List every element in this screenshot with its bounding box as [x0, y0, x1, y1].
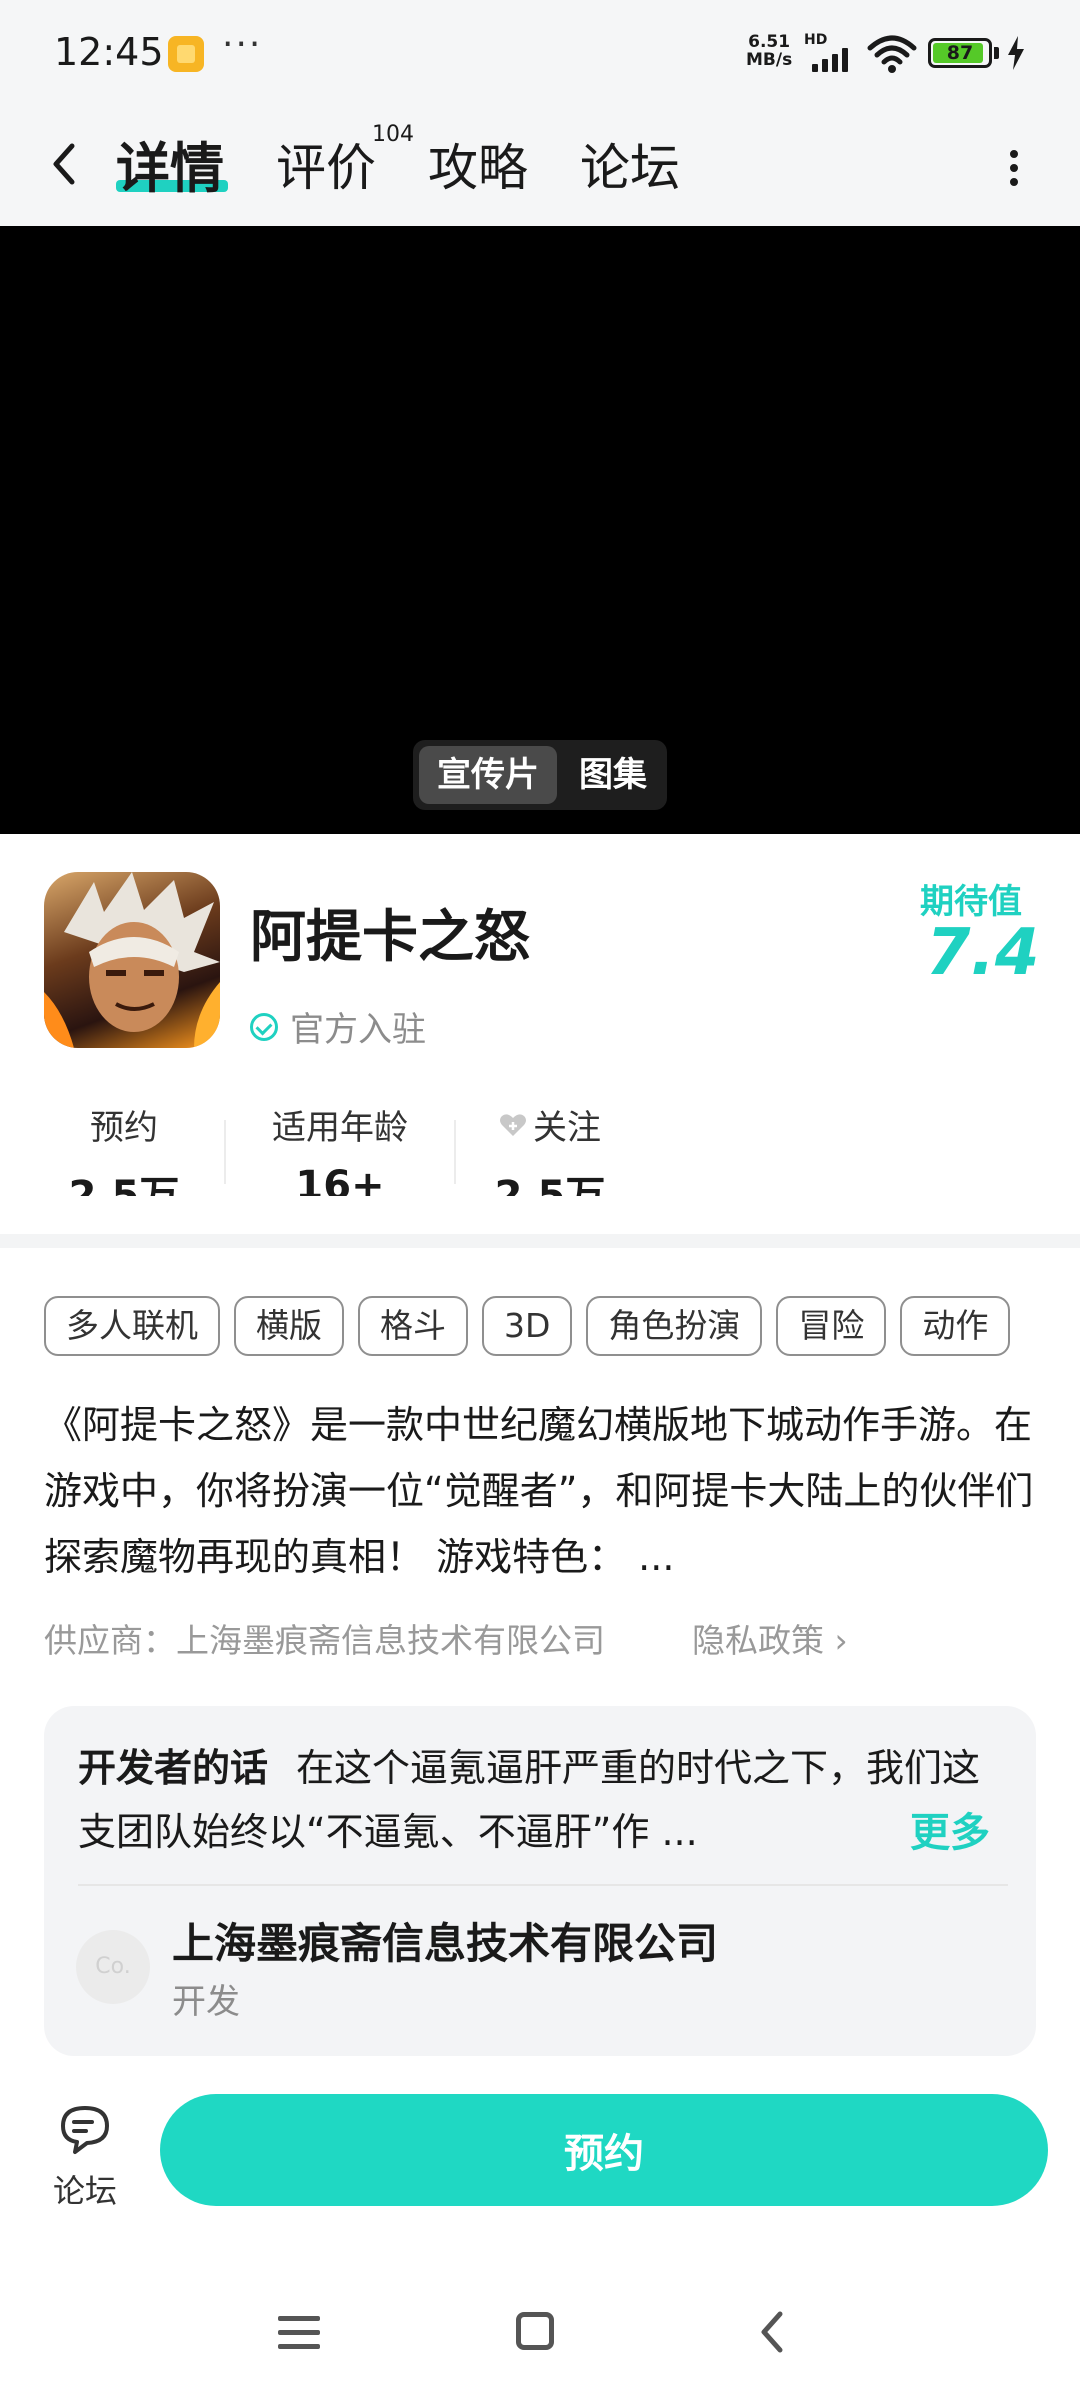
stat-value: 16+ [295, 1163, 385, 1196]
reserve-button[interactable]: 预约 [160, 2094, 1048, 2206]
supplier-info: 供应商：上海墨痕斋信息技术有限公司 [44, 1621, 605, 1660]
tag-chip[interactable]: 格斗 [358, 1296, 468, 1356]
battery-level: 87 [946, 42, 974, 64]
video-player[interactable]: 宣传片 图集 [0, 226, 1080, 834]
developer-divider [78, 1884, 1008, 1886]
stat-label: 预约 [90, 1108, 158, 1148]
forum-button[interactable]: 论坛 [40, 2100, 130, 2210]
developer-message[interactable]: 开发者的话 在这个逼氪逼肝严重的时代之下，我们这支团队始终以“不逼氪、不逼肝”作 … [78, 1736, 1008, 1864]
game-description[interactable]: 《阿提卡之怒》是一款中世纪魔幻横版地下城动作手游。在游戏中，你将扮演一位“觉醒者… [44, 1392, 1040, 1590]
tag-chip[interactable]: 角色扮演 [586, 1296, 763, 1356]
stat-divider [454, 1120, 456, 1184]
developer-company[interactable]: 上海墨痕斋信息技术有限公司 [172, 1910, 718, 1971]
tag-chip[interactable]: 多人联机 [44, 1296, 220, 1356]
forum-label: 论坛 [52, 2172, 117, 2210]
reviews-count-badge: 104 [372, 122, 414, 147]
more-notifications-icon: ··· [222, 24, 263, 65]
battery-icon: 87 [928, 38, 992, 68]
tag-chip[interactable]: 横版 [234, 1296, 344, 1356]
developer-role: 开发 [172, 1982, 240, 2022]
notification-app-icon [168, 36, 204, 72]
home-button[interactable] [516, 2312, 554, 2350]
developer-more-link[interactable]: 更多 [910, 1800, 990, 1858]
stat-value: 2.5万 [68, 1173, 180, 1196]
wifi-icon [867, 35, 917, 73]
tab-guides[interactable]: 攻略 [428, 128, 528, 200]
stat-label-row: 关注 [470, 1100, 630, 1149]
game-title: 阿提卡之怒 [250, 905, 530, 970]
tag-chip[interactable]: 3D [482, 1296, 573, 1356]
back-button[interactable] [40, 132, 92, 196]
recent-apps-button[interactable] [278, 2312, 320, 2352]
heart-icon [500, 1113, 526, 1136]
stat-label: 关注 [533, 1108, 601, 1148]
stat-value: 2.5万 [494, 1173, 606, 1196]
battery-tip [994, 47, 999, 59]
verified-icon [250, 1012, 278, 1041]
network-speed: 6.51 MB/s [746, 33, 792, 69]
developer-message-label: 开发者的话 [78, 1746, 269, 1790]
stat-reservations: 预约 2.5万 [44, 1100, 204, 1196]
developer-avatar: Co. [76, 1930, 150, 2004]
status-time: 12:45 [54, 30, 164, 74]
status-bar: 12:45 ··· 6.51 MB/s HD 87 [0, 0, 1080, 108]
more-options-button[interactable] [1000, 138, 1028, 198]
game-icon [44, 872, 220, 1048]
expect-score-value: 7.4 [926, 916, 1040, 990]
tab-details[interactable]: 详情 [116, 124, 224, 203]
tab-forum[interactable]: 论坛 [580, 128, 680, 200]
official-badge: 官方入驻 [250, 1002, 426, 1051]
system-back-button[interactable] [752, 2308, 792, 2356]
game-artwork-icon [44, 872, 220, 1048]
section-divider [0, 1234, 1080, 1248]
network-speed-value: 6.51 [748, 32, 791, 52]
hd-indicator: HD [804, 32, 828, 48]
stat-age-rating: 适用年龄 16+ [250, 1100, 430, 1196]
developer-card: 开发者的话 在这个逼氪逼肝严重的时代之下，我们这支团队始终以“不逼氪、不逼肝”作 … [44, 1706, 1036, 2056]
top-navigation: 详情 评价 104 攻略 论坛 [0, 108, 1080, 226]
stat-followers[interactable]: 关注 2.5万 [470, 1100, 630, 1196]
tag-list: 多人联机 横版 格斗 3D 角色扮演 冒险 动作 [44, 1296, 1080, 1358]
media-tab-trailer[interactable]: 宣传片 [419, 746, 557, 804]
stat-label: 适用年龄 [272, 1108, 408, 1148]
game-stats: 预约 2.5万 适用年龄 16+ 关注 2.5万 [0, 1100, 1080, 1196]
official-label: 官方入驻 [290, 1010, 426, 1050]
tag-chip[interactable]: 动作 [900, 1296, 1011, 1356]
tag-chip[interactable]: 冒险 [776, 1296, 887, 1356]
signal-icon [806, 48, 854, 72]
tab-reviews[interactable]: 评价 [276, 128, 376, 200]
media-tab-gallery[interactable]: 图集 [563, 746, 663, 804]
system-navigation-bar [0, 2270, 1080, 2400]
charging-icon [1008, 36, 1024, 70]
stat-divider [224, 1120, 226, 1184]
privacy-policy-link[interactable]: 隐私政策 › [692, 1614, 848, 1662]
network-speed-unit: MB/s [746, 50, 793, 70]
forum-icon [61, 2106, 109, 2154]
media-switcher: 宣传片 图集 [413, 740, 667, 810]
